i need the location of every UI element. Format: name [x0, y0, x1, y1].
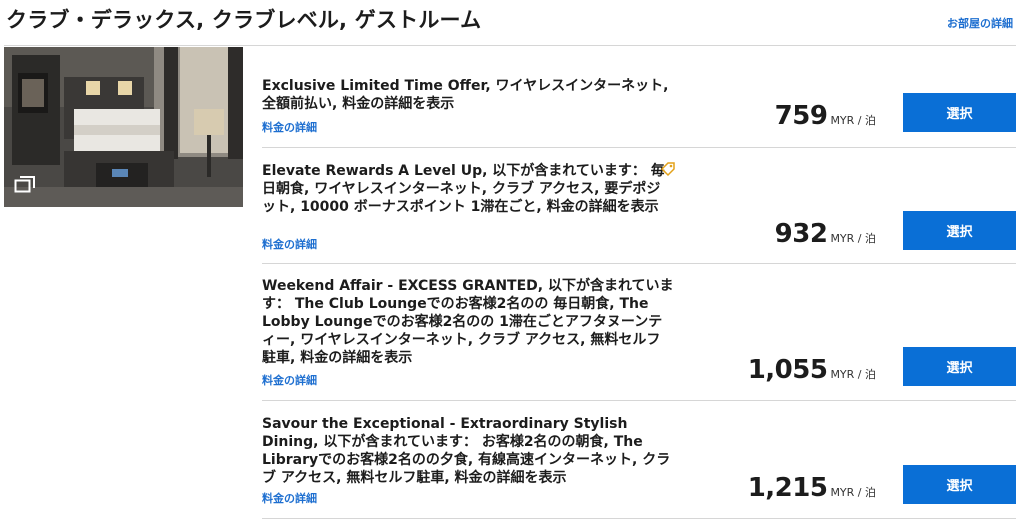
- select-button[interactable]: 選択: [903, 347, 1016, 386]
- header-divider: [4, 45, 1016, 46]
- rate-price: 1,215 MYR / 泊: [748, 473, 876, 503]
- select-button[interactable]: 選択: [903, 211, 1016, 250]
- rate-details-link[interactable]: 料金の詳細: [262, 119, 317, 135]
- room-title: クラブ・デラックス, クラブレベル, ゲストルーム: [6, 8, 482, 32]
- rate-description: Savour the Exceptional - Extraordinary S…: [262, 416, 671, 486]
- rate-row-2: Elevate Rewards A Level Up, 以下が含まれています： …: [262, 148, 1016, 264]
- rate-description: Elevate Rewards A Level Up, 以下が含まれています： …: [262, 162, 674, 216]
- price-unit: MYR / 泊: [830, 114, 876, 127]
- select-button[interactable]: 選択: [903, 465, 1016, 504]
- row-divider: [262, 518, 1016, 519]
- rate-details-link[interactable]: 料金の詳細: [262, 490, 317, 506]
- price-amount: 1,215: [747, 473, 828, 503]
- rate-row-3: Weekend Affair - EXCESS GRANTED, 以下が含まれて…: [262, 264, 1016, 401]
- gallery-icon[interactable]: [14, 175, 36, 193]
- room-photo[interactable]: [4, 47, 243, 207]
- price-amount: 759: [774, 101, 828, 131]
- rate-details-link[interactable]: 料金の詳細: [262, 236, 317, 252]
- rate-price: 932 MYR / 泊: [775, 219, 876, 249]
- select-button[interactable]: 選択: [903, 93, 1016, 132]
- rate-description: Weekend Affair - EXCESS GRANTED, 以下が含まれて…: [262, 278, 674, 366]
- price-amount: 932: [774, 219, 828, 249]
- rate-price: 759 MYR / 泊: [775, 101, 876, 131]
- rate-description: Exclusive Limited Time Offer, ワイヤレスインターネ…: [262, 78, 669, 112]
- rate-details-link[interactable]: 料金の詳細: [262, 372, 317, 388]
- price-unit: MYR / 泊: [830, 232, 876, 245]
- price-amount: 1,055: [747, 355, 828, 385]
- room-details-link[interactable]: お部屋の詳細: [947, 15, 1013, 31]
- price-unit: MYR / 泊: [830, 368, 876, 381]
- rate-row-1: Exclusive Limited Time Offer, ワイヤレスインターネ…: [262, 47, 1016, 148]
- price-unit: MYR / 泊: [830, 486, 876, 499]
- room-photo-image: [4, 47, 243, 207]
- rate-row-4: Savour the Exceptional - Extraordinary S…: [262, 401, 1016, 519]
- rate-price: 1,055 MYR / 泊: [748, 355, 876, 385]
- tag-icon: [660, 161, 676, 177]
- rate-description-text: Elevate Rewards A Level Up, 以下が含まれています： …: [262, 163, 665, 215]
